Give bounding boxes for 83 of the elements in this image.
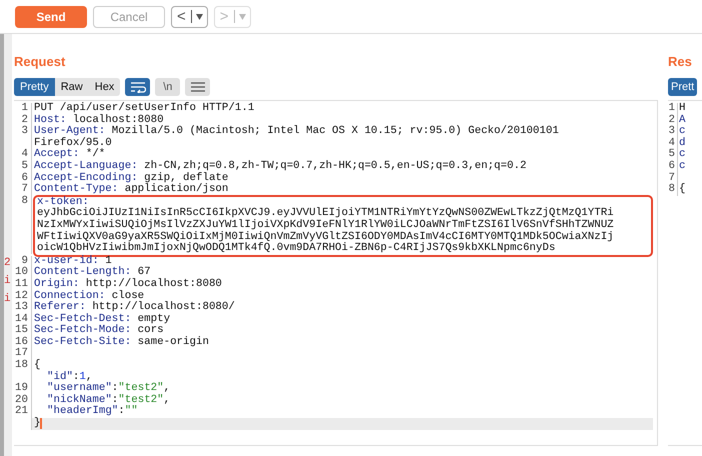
code-line: Origin: http://localhost:8080 [34, 278, 222, 290]
line-number: 5 [668, 148, 675, 160]
line-number: 16 [15, 336, 28, 348]
line-number: 19 [15, 382, 28, 394]
code-line: NzIxMWYxIiwiSUQiOjMsIlVzZXJuYW1lIjoiVXpKdV9IeFNlY1RlYW0iLCJOaWNrTmFtZSI6IlV6SnVfSHhTZWNUZ [37, 220, 614, 231]
line-number: 7 [22, 183, 28, 196]
line-number: 9 [22, 254, 28, 267]
send-button[interactable]: Send [15, 6, 87, 28]
view-tab[interactable]: Prett [668, 78, 698, 96]
wrap-toggle[interactable] [125, 78, 150, 96]
view-tab[interactable]: Hex [88, 78, 120, 96]
line-number: 17 [15, 347, 28, 360]
code-line: Connection: close [34, 290, 144, 302]
line-number: 13 [15, 301, 28, 314]
line-number: 8 [22, 194, 28, 207]
code-line: "headerImg":"" [47, 406, 138, 418]
line-number: 6 [22, 172, 28, 184]
wrap-icon [130, 81, 146, 93]
line-number: 4 [668, 136, 675, 149]
edge-text: i [4, 275, 12, 287]
code-line: } [34, 418, 40, 430]
edge-text: i [4, 293, 12, 305]
code-line: eyJhbGciOiJIUzI1NiIsInR5cCI6IkpXVCJ9.eyJVVUlEIjoiYTM1NTRiYmYtYzQwNS00ZWEwLTkzZjQtMzQ1YTRi [37, 208, 614, 220]
code-line: c [679, 160, 686, 173]
line-number: 15 [15, 324, 28, 336]
code-line: Referer: http://localhost:8080/ [34, 302, 235, 314]
code-line: c [679, 149, 686, 161]
line-number: 10 [15, 266, 28, 278]
panel-title: Request [14, 54, 66, 70]
code-editor[interactable]: 1 H 2 A 3 c 4 d 5 c 6 c 7 8 { [668, 100, 702, 446]
code-line: "nickName":"test2", [47, 394, 170, 406]
line-number: 7 [668, 172, 675, 184]
code-line: Sec-Fetch-Site: same-origin [34, 336, 209, 348]
line-number: 12 [15, 290, 28, 302]
code-line: oicW1QbHVzIiwibmJmIjoxNjQwODQ1MTk4fQ.0vm9DA7RHOi-ZBN6p-C4RIjJS7Qs9kbXKLNpmc6nyDs [37, 243, 556, 255]
newline-toggle[interactable]: \n [155, 78, 180, 96]
code-line: Content-Length: 67 [34, 267, 151, 278]
code-line: x-token: [37, 196, 89, 208]
code-line: Sec-Fetch-Mode: cors [34, 325, 164, 336]
code-line: c [679, 126, 686, 138]
line-number: 2 [22, 114, 28, 126]
panel-title: Res [668, 54, 693, 70]
code-line: Content-Type: application/json [34, 184, 228, 196]
code-line: "id":1, [47, 372, 92, 383]
code-line: H [679, 103, 686, 114]
view-tab[interactable]: Raw [54, 78, 89, 96]
code-line: "username":"test2", [47, 383, 170, 394]
line-number: 11 [15, 278, 28, 290]
line-number: 6 [668, 160, 675, 172]
code-line: x-user-id: 1 [34, 256, 112, 267]
line-number: 1 [668, 102, 675, 114]
text-cursor [40, 418, 42, 430]
code-line: d [679, 138, 686, 150]
line-number: 14 [15, 312, 28, 325]
menu-button[interactable] [185, 78, 210, 96]
line-number: 2 [668, 114, 675, 126]
code-line: WFtIiwiQXV0aG9yaXR5SWQiOiIxMjM0IiwiQnVmZmVyVGltZSI6ODY0MDAsImV4cCI6MTY0MTQ1MDk5OCwiaXNzIj [37, 232, 614, 243]
line-number: 18 [15, 359, 28, 372]
line-number: 3 [22, 125, 28, 138]
code-line: Sec-Fetch-Dest: empty [34, 314, 170, 325]
code-line: Host: localhost:8080 [34, 114, 164, 126]
code-line: User-Agent: Mozilla/5.0 (Macintosh; Intel Mac OS X 10.15; rv:95.0) Gecko/20100101 [34, 126, 559, 138]
line-number: 8 [668, 183, 675, 196]
code-line: Accept-Language: zh-CN,zh;q=0.8,zh-TW;q=0.7,zh-HK;q=0.5,en-US;q=0.3,en;q=0.2 [34, 160, 526, 172]
line-number: 4 [22, 148, 28, 160]
caret-icon [238, 14, 246, 20]
edge-text: 2 [4, 257, 12, 269]
code-line: Accept: */* [34, 149, 106, 160]
line-number: 1 [22, 102, 28, 114]
line-number: 20 [15, 394, 28, 406]
code-line: Firefox/95.0 [34, 138, 112, 149]
line-number: 3 [668, 125, 675, 138]
code-line: { [679, 184, 686, 196]
code-line: PUT /api/user/setUserInfo HTTP/1.1 [34, 103, 254, 114]
code-line: Accept-Encoding: gzip, deflate [34, 172, 228, 184]
menu-icon [190, 82, 205, 92]
code-line: A [679, 114, 686, 126]
line-number: 5 [22, 160, 28, 172]
code-editor[interactable] [14, 100, 658, 446]
code-line: { [34, 360, 40, 372]
line-number: 21 [15, 405, 28, 418]
caret-icon [196, 14, 203, 20]
view-tab[interactable]: Pretty [14, 78, 55, 96]
